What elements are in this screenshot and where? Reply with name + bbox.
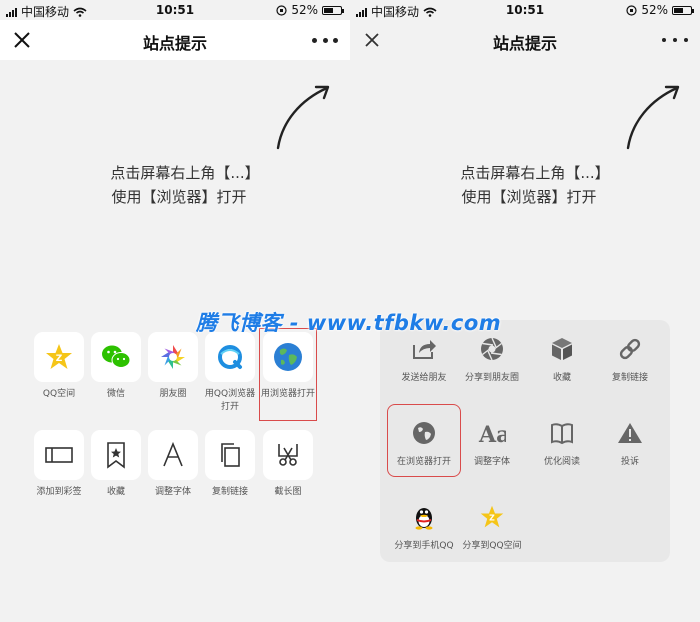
- share-to-qzone-label: 分享到QQ空间: [462, 541, 522, 551]
- optimize-reading-label: 优化阅读: [543, 457, 580, 467]
- share-to-qzone[interactable]: Z 分享到QQ空间: [456, 500, 528, 551]
- open-in-qq-browser[interactable]: 用QQ浏览器打开: [202, 332, 258, 414]
- cube-icon: [552, 338, 572, 360]
- tip-line-1: 点击屏幕右上角【...】: [460, 164, 610, 182]
- adjust-font-label: 调整字体: [473, 457, 510, 467]
- action-sheet: 发送给朋友 分享到朋友圈 收藏 复制链接 在浏览器打开 Aa 调整字体 优化阅读: [380, 320, 670, 562]
- report-label: 投诉: [620, 457, 639, 467]
- favorite-label: 收藏: [552, 373, 571, 383]
- favorite-button[interactable]: 收藏: [88, 430, 144, 499]
- qzone-icon: Z: [46, 344, 72, 369]
- more-menu-button[interactable]: [312, 30, 338, 50]
- tip-line-1: 点击屏幕右上角【...】: [110, 164, 260, 182]
- add-to-color-tab[interactable]: 添加到彩签: [31, 430, 87, 499]
- more-menu-button[interactable]: [662, 30, 688, 50]
- adjust-font-button[interactable]: 调整字体: [145, 430, 201, 499]
- copy-link-button[interactable]: 复制链接: [594, 332, 666, 383]
- qzone-star-icon: Z: [480, 505, 504, 528]
- share-moments[interactable]: 朋友圈: [145, 332, 201, 401]
- tip-line-2: 使用【浏览器】打开: [461, 188, 597, 206]
- share-arrow-icon: [413, 340, 436, 359]
- copy-link-label: 复制链接: [611, 373, 648, 383]
- share-to-mobile-qq[interactable]: 分享到手机QQ: [388, 500, 460, 551]
- curved-arrow-icon: [276, 85, 330, 150]
- share-qzone[interactable]: Z QQ空间: [31, 332, 87, 401]
- qq-browser-icon: [218, 345, 242, 369]
- battery-percent: 52%: [641, 3, 668, 17]
- copy-link-label: 复制链接: [211, 487, 248, 497]
- add-to-color-tab-label: 添加到彩签: [36, 487, 82, 497]
- send-to-friend[interactable]: 发送给朋友: [388, 332, 460, 383]
- share-moments-label: 朋友圈: [159, 389, 187, 399]
- orientation-lock-icon: [276, 4, 287, 16]
- aperture-icon: [481, 337, 503, 361]
- report-button[interactable]: 投诉: [594, 416, 666, 467]
- share-to-mobile-qq-label: 分享到手机QQ: [394, 541, 454, 551]
- curved-arrow-icon: [626, 85, 680, 150]
- highlight-box: [387, 404, 461, 477]
- battery-icon: [322, 5, 344, 15]
- svg-text:Aa: Aa: [478, 422, 506, 445]
- adjust-font-label: 调整字体: [154, 487, 191, 497]
- nav-bar: 站点提示: [350, 20, 700, 60]
- font-a-icon: [163, 442, 183, 467]
- adjust-font-button[interactable]: Aa 调整字体: [456, 416, 528, 467]
- svg-text:Z: Z: [56, 354, 63, 364]
- long-screenshot-label: 截长图: [274, 487, 302, 497]
- status-bar: 中国移动 10:51 52%: [0, 0, 350, 20]
- share-qzone-label: QQ空间: [42, 389, 76, 399]
- page-title: 站点提示: [142, 34, 207, 53]
- moments-icon: [161, 345, 185, 369]
- share-to-moments-label: 分享到朋友圈: [464, 373, 519, 383]
- highlight-box: [259, 328, 317, 421]
- battery-icon: [672, 5, 694, 15]
- copy-icon: [221, 443, 240, 467]
- battery-percent: 52%: [291, 3, 318, 17]
- optimize-reading-button[interactable]: 优化阅读: [526, 416, 598, 467]
- bookmark-star-icon: [107, 442, 125, 469]
- watermark-text: 腾飞博客 - www.tfbkw.com: [196, 311, 502, 335]
- share-wechat-label: 微信: [106, 389, 125, 399]
- scissors-icon: [278, 444, 298, 466]
- link-icon: [619, 338, 641, 360]
- long-screenshot-button[interactable]: 截长图: [260, 430, 316, 499]
- wechat-icon: [102, 345, 131, 368]
- share-to-moments[interactable]: 分享到朋友圈: [456, 332, 528, 383]
- open-in-qq-browser-label: 用QQ浏览器打开: [204, 389, 256, 412]
- status-bar: 中国移动 10:51 52%: [350, 0, 700, 20]
- favorite-button[interactable]: 收藏: [526, 332, 598, 383]
- favorite-label: 收藏: [106, 487, 125, 497]
- send-to-friend-label: 发送给朋友: [401, 373, 447, 383]
- color-tab-icon: [45, 447, 73, 463]
- svg-text:Z: Z: [489, 513, 495, 522]
- share-wechat[interactable]: 微信: [88, 332, 144, 401]
- copy-link-button[interactable]: 复制链接: [202, 430, 258, 499]
- font-aa-icon: Aa: [478, 422, 506, 445]
- book-icon: [551, 423, 573, 445]
- tip-line-2: 使用【浏览器】打开: [111, 188, 247, 206]
- qq-penguin-icon: [415, 508, 433, 530]
- warning-icon: [618, 423, 642, 443]
- page-title: 站点提示: [492, 34, 557, 53]
- orientation-lock-icon: [626, 4, 637, 16]
- nav-bar: 站点提示: [0, 20, 350, 60]
